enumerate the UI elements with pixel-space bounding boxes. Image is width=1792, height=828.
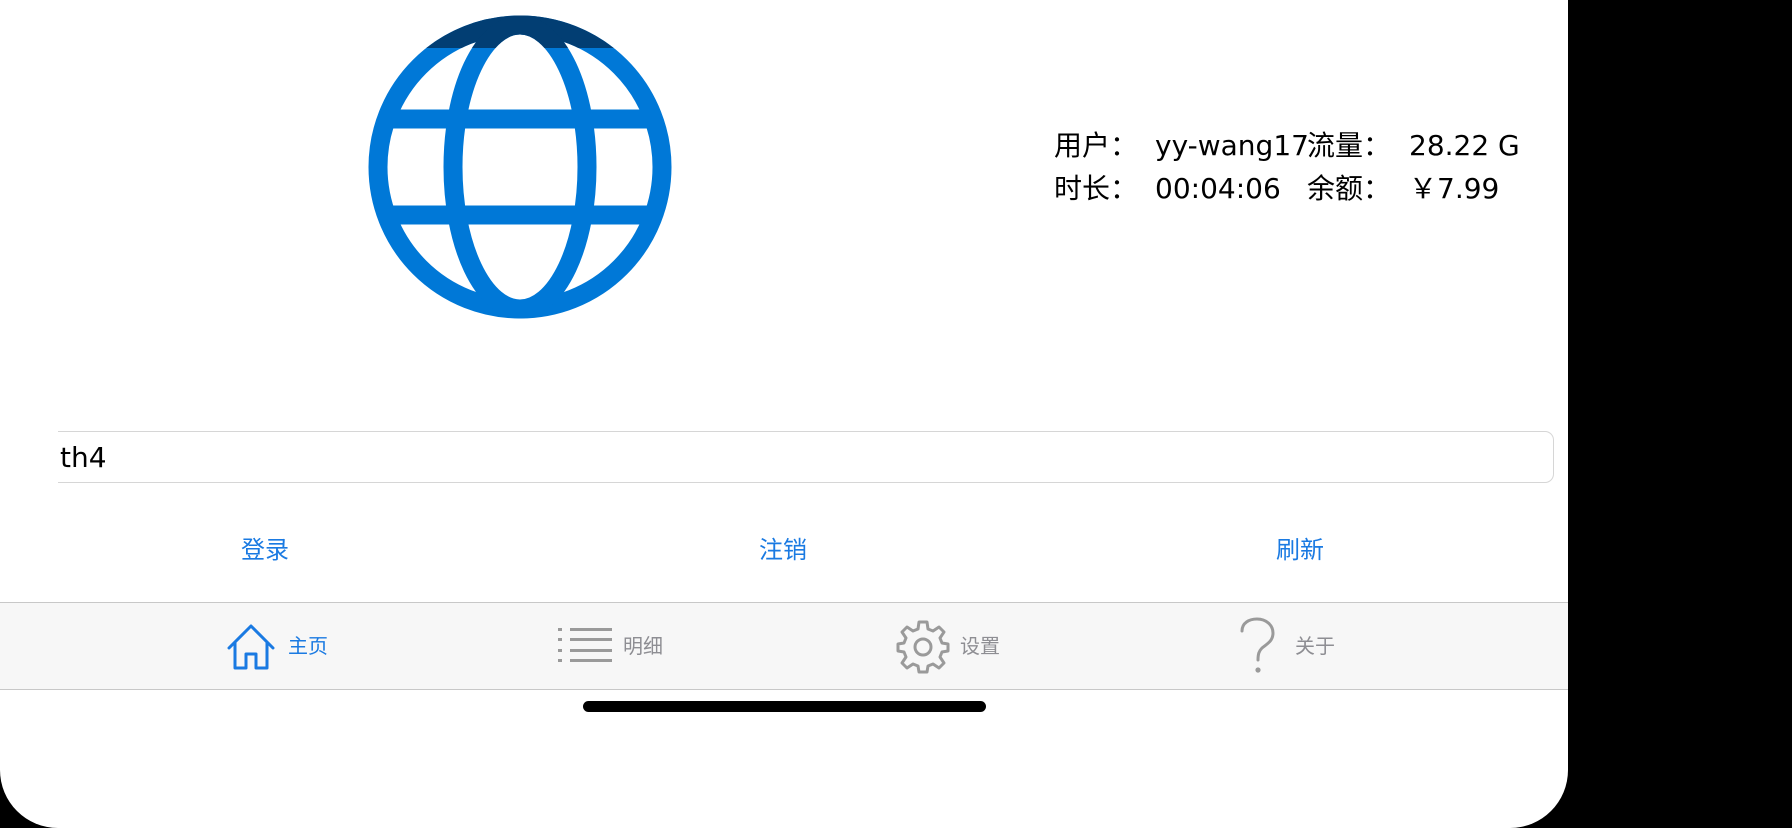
logout-button[interactable]: 注销 (723, 530, 843, 570)
tab-about-label: 关于 (1295, 634, 1335, 658)
user-value: yy-wang17 (1155, 129, 1309, 162)
username-input[interactable] (58, 431, 1554, 483)
app-screen: 用户： yy-wang17 流量： 28.22 G 时长： 00:04:06 余… (0, 0, 1568, 828)
traffic-label: 流量： (1307, 129, 1392, 162)
tab-settings[interactable]: 设置 (895, 603, 1015, 689)
login-button[interactable]: 登录 (205, 530, 325, 570)
home-indicator[interactable] (583, 701, 986, 712)
tab-detail[interactable]: 明细 (558, 603, 678, 689)
duration-value: 00:04:06 (1155, 172, 1281, 205)
balance-value: ￥7.99 (1409, 172, 1500, 205)
tab-settings-label: 设置 (960, 634, 1000, 658)
question-mark-icon (1238, 617, 1278, 675)
tab-home-label: 主页 (288, 634, 328, 658)
traffic-value: 28.22 G (1409, 129, 1520, 162)
tab-detail-label: 明细 (623, 634, 663, 658)
tab-home[interactable]: 主页 (226, 603, 346, 689)
balance-label: 余额： (1307, 172, 1392, 205)
tab-bar: 主页 明细 设置 关于 (0, 602, 1568, 690)
refresh-button[interactable]: 刷新 (1240, 530, 1360, 570)
house-icon (226, 623, 276, 671)
list-icon (558, 627, 614, 663)
gear-icon (895, 619, 951, 675)
duration-label: 时长： (1054, 172, 1139, 205)
tab-about[interactable]: 关于 (1238, 603, 1358, 689)
globe-icon (368, 14, 672, 320)
user-label: 用户： (1054, 129, 1139, 162)
